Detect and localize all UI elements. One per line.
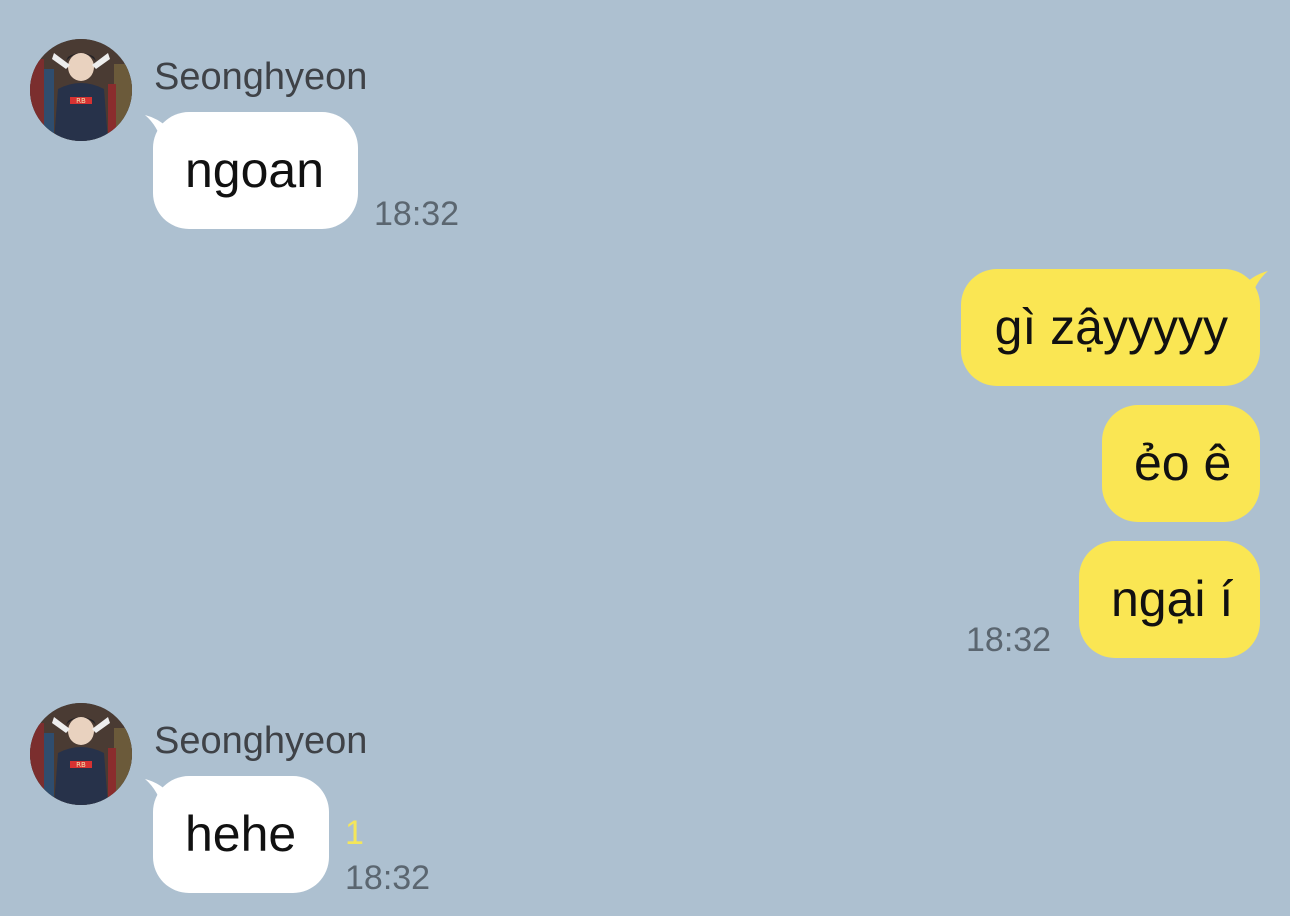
message-text: ngoan [185, 142, 325, 198]
message-bubble[interactable]: ẻo ê [1102, 405, 1260, 522]
message-text: hehe [185, 806, 297, 862]
chat-screen: { "colors": { "background": "#adc0d0", "… [0, 0, 1290, 916]
sender-avatar[interactable]: RB [30, 703, 132, 805]
sender-name: Seonghyeon [154, 720, 368, 762]
sender-name: Seonghyeon [154, 56, 368, 98]
message-timestamp: 18:32 [374, 195, 460, 233]
profile-photo-icon: RB [30, 703, 132, 805]
unread-count: 1 [345, 814, 364, 852]
svg-text:RB: RB [76, 97, 86, 105]
sender-avatar[interactable]: RB [30, 39, 132, 141]
message-bubble[interactable]: hehe [153, 776, 329, 893]
profile-photo-icon: RB [30, 39, 132, 141]
message-bubble[interactable]: ngại í [1079, 541, 1260, 658]
svg-text:RB: RB [76, 761, 86, 769]
message-bubble[interactable]: gì zậyyyyy [961, 269, 1260, 386]
message-timestamp: 18:32 [966, 621, 1052, 659]
message-text: ngại í [1111, 571, 1234, 627]
message-bubble[interactable]: ngoan [153, 112, 358, 229]
message-timestamp: 18:32 [345, 859, 431, 897]
message-text: ẻo ê [1134, 435, 1232, 491]
message-text: gì zậyyyyy [994, 299, 1228, 355]
